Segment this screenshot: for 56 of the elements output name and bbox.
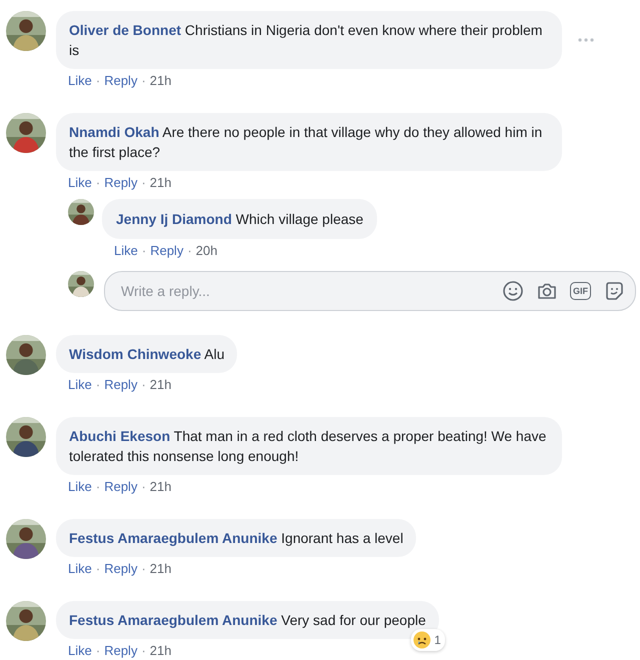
author-link[interactable]: Festus Amaraegbulem Anunike xyxy=(69,530,278,546)
author-link[interactable]: Wisdom Chinweoke xyxy=(69,346,202,362)
comment-text: Wisdom Chinweoke Alu xyxy=(69,345,224,364)
separator-dot: · xyxy=(141,479,146,495)
separator-dot: · xyxy=(187,243,192,259)
action-link[interactable]: Reply xyxy=(150,243,184,259)
action-link[interactable]: Like xyxy=(68,561,92,577)
timestamp: 21h xyxy=(150,175,172,191)
separator-dot: · xyxy=(96,643,100,659)
author-link[interactable]: Jenny Ij Diamond xyxy=(116,211,232,227)
action-link[interactable]: Reply xyxy=(104,377,138,393)
separator-dot: · xyxy=(141,561,146,577)
gif-button[interactable]: GIF xyxy=(570,282,591,300)
comment-text: Nnamdi Okah Are there no people in that village why do they allowed him in the first place? xyxy=(69,123,544,162)
timestamp: 21h xyxy=(150,643,172,659)
action-link[interactable]: Reply xyxy=(104,561,138,577)
smiley-icon[interactable] xyxy=(502,280,524,302)
separator-dot: · xyxy=(96,377,100,393)
comment-text: Oliver de Bonnet Christians in Nigeria don't even know where their problem is xyxy=(69,21,544,60)
action-link[interactable]: Like xyxy=(68,73,92,89)
author-link[interactable]: Festus Amaraegbulem Anunike xyxy=(69,612,278,628)
timestamp: 21h xyxy=(150,73,172,89)
sad-face-icon xyxy=(413,631,432,649)
separator-dot: · xyxy=(141,73,146,89)
separator-dot: · xyxy=(96,175,100,191)
separator-dot: · xyxy=(96,479,100,495)
separator-dot: · xyxy=(96,73,100,89)
action-link[interactable]: Like xyxy=(68,479,92,495)
reply-input-field[interactable]: Write a reply... GIF xyxy=(104,271,636,311)
action-link[interactable]: Like xyxy=(68,643,92,659)
author-link[interactable]: Nnamdi Okah xyxy=(69,124,160,140)
timestamp: 21h xyxy=(150,377,172,393)
comment-text: Festus Amaraegbulem Anunike Very sad for our people xyxy=(69,611,426,630)
author-link[interactable]: Oliver de Bonnet xyxy=(69,22,182,38)
separator-dot: · xyxy=(96,561,100,577)
separator-dot: · xyxy=(141,175,146,191)
action-link[interactable]: Reply xyxy=(104,479,138,495)
action-link[interactable]: Like xyxy=(114,243,138,259)
timestamp: 21h xyxy=(150,479,172,495)
comment-text: Jenny Ij Diamond Which village please xyxy=(116,210,364,229)
action-link[interactable]: Like xyxy=(68,175,92,191)
separator-dot: · xyxy=(141,643,146,659)
comment-text: Abuchi Ekeson That man in a red cloth deserves a proper beating! We have tolerated this nonsense long enough! xyxy=(69,427,548,466)
sticker-icon[interactable] xyxy=(603,280,625,302)
action-link[interactable]: Reply xyxy=(104,643,138,659)
action-link[interactable]: Like xyxy=(68,377,92,393)
reaction-badge[interactable]: 1 xyxy=(411,629,445,651)
timestamp: 20h xyxy=(196,243,218,259)
comment-text: Festus Amaraegbulem Anunike Ignorant has a level xyxy=(69,529,404,548)
author-link[interactable]: Abuchi Ekeson xyxy=(69,428,170,444)
timestamp: 21h xyxy=(150,561,172,577)
separator-dot: · xyxy=(141,377,146,393)
action-link[interactable]: Reply xyxy=(104,175,138,191)
action-link[interactable]: Reply xyxy=(104,73,138,89)
separator-dot: · xyxy=(142,243,146,259)
reaction-count: 1 xyxy=(434,632,441,649)
